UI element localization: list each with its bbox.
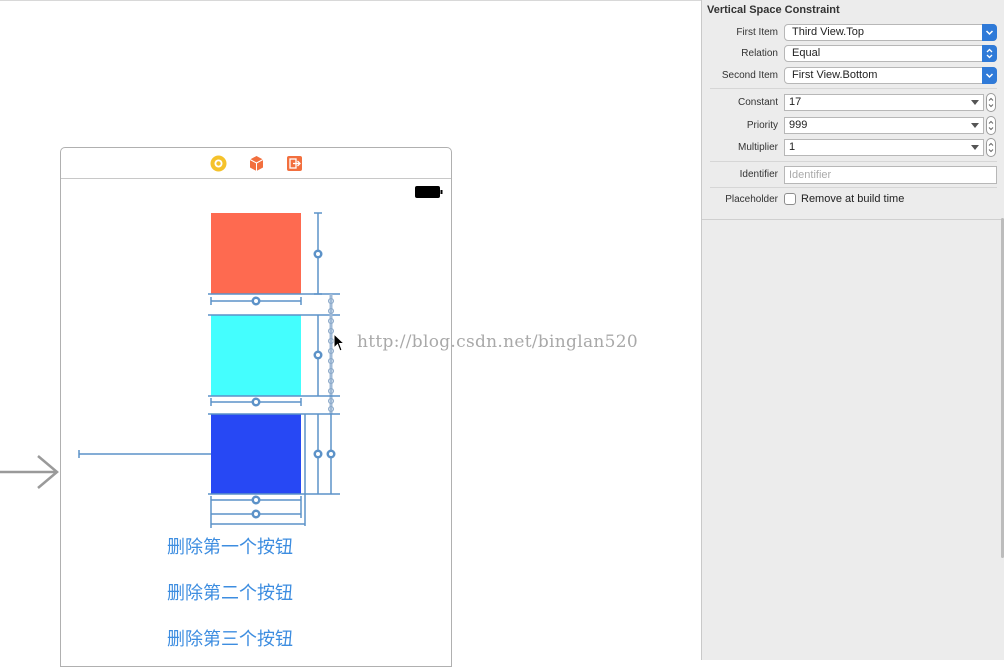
constant-field[interactable]: 17 [784,94,984,111]
attributes-inspector: Vertical Space Constraint First Item Thi… [701,0,1004,660]
multiplier-field[interactable]: 1 [784,139,984,156]
chevron-down-icon [982,67,997,84]
separator [710,161,997,162]
priority-stepper[interactable] [986,116,996,135]
relation-value: Equal [792,47,821,59]
priority-value: 999 [789,119,808,131]
constant-label: Constant [737,97,778,108]
first-responder-icon[interactable] [248,155,265,172]
watermark-text: http://blog.csdn.net/binglan520 [357,332,638,352]
relation-popup[interactable]: Equal [784,45,997,62]
first-item-value: Third View.Top [792,26,864,38]
delete-third-button[interactable]: 删除第三个按钮 [150,625,310,651]
first-item-popup[interactable]: Third View.Top [784,24,997,41]
constant-stepper[interactable] [986,93,996,112]
entry-arrow-icon [0,455,59,489]
priority-label: Priority [746,120,778,131]
remove-at-build-time-label[interactable]: Remove at build time [801,193,904,205]
pointer-cursor-icon [333,333,346,352]
third-view[interactable] [211,414,301,494]
separator [710,187,997,188]
priority-field[interactable]: 999 [784,117,984,134]
first-view[interactable] [211,213,301,294]
inspector-divider [702,219,1004,220]
delete-first-button[interactable]: 删除第一个按钮 [150,533,310,559]
dropdown-arrow-icon[interactable] [971,123,979,128]
storyboard-canvas[interactable]: 删除第一个按钮 删除第二个按钮 删除第三个按钮 http://blog.csdn… [0,0,701,667]
remove-at-build-time-checkbox[interactable] [784,193,796,205]
view-controller-icon[interactable] [210,155,227,172]
constant-value: 17 [789,96,802,108]
chevron-down-icon [982,24,997,41]
second-item-value: First View.Bottom [792,69,878,81]
dropdown-arrow-icon[interactable] [971,100,979,105]
second-item-label: Second Item [721,70,778,81]
multiplier-label: Multiplier [737,142,778,153]
second-item-popup[interactable]: First View.Bottom [784,67,997,84]
scene-dock [61,148,451,179]
battery-icon [415,186,443,198]
separator [710,88,997,89]
delete-second-button[interactable]: 删除第二个按钮 [150,579,310,605]
identifier-label: Identifier [739,169,778,180]
first-item-label: First Item [736,27,778,38]
dropdown-arrow-icon[interactable] [971,145,979,150]
placeholder-label: Placeholder [725,194,778,205]
exit-icon[interactable] [286,155,303,172]
identifier-input[interactable]: Identifier [784,166,997,184]
relation-label: Relation [741,48,778,59]
multiplier-value: 1 [789,141,796,153]
second-view[interactable] [211,315,301,396]
up-down-chevron-icon [982,45,997,62]
inspector-title: Vertical Space Constraint [707,4,840,16]
multiplier-stepper[interactable] [986,138,996,157]
